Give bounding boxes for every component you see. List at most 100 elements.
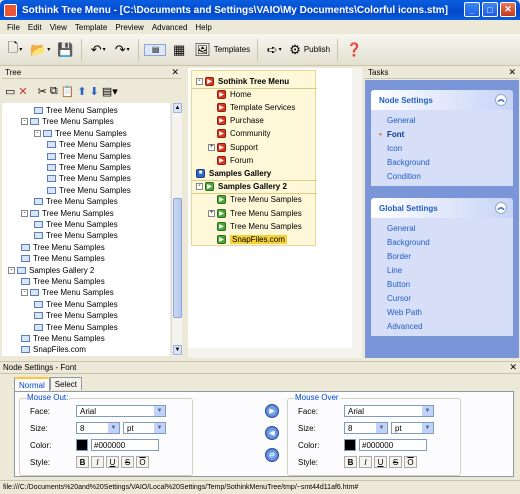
preview-menu-item[interactable]: ▶ Home xyxy=(208,88,251,100)
expand-toggle-icon[interactable]: + xyxy=(208,209,215,217)
underline-button[interactable]: U xyxy=(106,456,119,468)
task-link-button[interactable]: Button xyxy=(371,277,513,291)
insert-menu-icon[interactable]: ▤▾ xyxy=(102,85,118,98)
menu-help[interactable]: Help xyxy=(191,23,215,32)
mouse-out-face-select[interactable]: Arial ▼ xyxy=(76,405,166,417)
task-link-condition[interactable]: Condition xyxy=(371,169,513,183)
new-button[interactable]: 🗋 ▾ xyxy=(4,38,26,62)
save-button[interactable]: 💾 xyxy=(54,38,76,62)
italic-button[interactable]: I xyxy=(91,456,104,468)
mouse-out-unit-select[interactable]: pt ▼ xyxy=(123,422,166,434)
menu-advanced[interactable]: Advanced xyxy=(148,23,192,32)
mouse-out-color-input[interactable]: #000000 xyxy=(91,439,159,451)
task-link-cursor[interactable]: Cursor xyxy=(371,291,513,305)
menu-file[interactable]: File xyxy=(3,23,24,32)
help-button[interactable]: ❓ xyxy=(343,38,365,62)
task-link-general[interactable]: General xyxy=(371,221,513,235)
export-button[interactable]: ➪ ▾ xyxy=(263,38,285,62)
mouse-over-color-input[interactable]: #000000 xyxy=(359,439,427,451)
tree-row[interactable]: - Tree Menu Samples xyxy=(21,116,114,127)
tree-row[interactable]: Tree Menu Samples xyxy=(34,105,118,116)
tree-row[interactable]: Tree Menu Samples xyxy=(21,253,105,264)
design-view-button[interactable]: ▤ xyxy=(144,43,167,56)
tree-row[interactable]: Tree Menu Samples xyxy=(47,173,131,184)
close-tasks-panel-icon[interactable]: ✕ xyxy=(508,67,516,78)
redo-button[interactable]: ↷ ▾ xyxy=(111,38,133,62)
mouse-over-face-select[interactable]: Arial ▼ xyxy=(344,405,434,417)
scroll-thumb[interactable] xyxy=(173,198,182,318)
task-link-general[interactable]: General xyxy=(371,113,513,127)
preview-menu-item[interactable]: ▶ Purchase xyxy=(208,115,264,127)
preview-menu-item[interactable]: ▶ Community xyxy=(208,128,270,140)
mouse-out-size-select[interactable]: 8 ▼ xyxy=(76,422,120,434)
copy-right-icon[interactable]: ▶ xyxy=(265,404,279,418)
preview-menu-item[interactable]: ▶ Template Services xyxy=(208,101,295,113)
mouse-over-unit-select[interactable]: pt ▼ xyxy=(391,422,434,434)
menu-view[interactable]: View xyxy=(46,23,71,32)
preview-menu-item[interactable]: ■ Samples Gallery xyxy=(196,167,271,179)
preview-menu-item[interactable]: - ▶ Sothink Tree Menu xyxy=(196,75,289,87)
copy-icon[interactable]: ⧉ xyxy=(50,85,58,98)
close-node-settings-icon[interactable]: ✕ xyxy=(509,362,517,373)
expand-toggle-icon[interactable]: - xyxy=(21,118,28,126)
overline-button[interactable]: O xyxy=(404,456,417,468)
tab-select[interactable]: Select xyxy=(49,377,83,390)
tree-row[interactable]: Tree Menu Samples xyxy=(34,299,118,310)
add-node-icon[interactable]: ▭ xyxy=(5,85,15,98)
task-link-web-path[interactable]: Web Path xyxy=(371,305,513,319)
strikethrough-button[interactable]: S xyxy=(121,456,134,468)
tree-row[interactable]: Tree Menu Samples xyxy=(47,139,131,150)
scroll-up-icon[interactable]: ▲ xyxy=(173,103,182,113)
task-link-icon[interactable]: Icon xyxy=(371,141,513,155)
overline-button[interactable]: O xyxy=(136,456,149,468)
preview-menu-item[interactable]: - ▶ Samples Gallery 2 xyxy=(196,181,287,193)
mouse-out-color-swatch[interactable] xyxy=(76,439,88,451)
task-link-line[interactable]: Line xyxy=(371,263,513,277)
delete-node-icon[interactable]: ✕ xyxy=(18,85,27,98)
tree-row[interactable]: - Samples Gallery 2 xyxy=(8,265,94,276)
tree-row[interactable]: Tree Menu Samples xyxy=(47,185,131,196)
collapse-icon[interactable]: ︽ xyxy=(495,94,507,106)
tree-row[interactable]: - Tree Menu Samples xyxy=(21,208,114,219)
italic-button[interactable]: I xyxy=(359,456,372,468)
task-link-advanced[interactable]: Advanced xyxy=(371,319,513,333)
move-down-icon[interactable]: ⬇ xyxy=(90,85,99,98)
close-tree-panel-icon[interactable]: ✕ xyxy=(171,67,179,78)
preview-menu-item[interactable]: ▶ Tree Menu Samples xyxy=(208,220,302,232)
menu-edit[interactable]: Edit xyxy=(24,23,46,32)
mouse-over-size-select[interactable]: 8 ▼ xyxy=(344,422,388,434)
tab-normal[interactable]: Normal xyxy=(14,377,50,391)
preview-hscroll[interactable] xyxy=(188,348,352,358)
expand-toggle-icon[interactable]: - xyxy=(196,183,203,191)
scroll-down-icon[interactable]: ▼ xyxy=(173,345,182,355)
preview-menu-item[interactable]: ▶ Forum xyxy=(208,154,253,166)
underline-button[interactable]: U xyxy=(374,456,387,468)
maximize-button[interactable]: □ xyxy=(482,2,498,17)
minimize-button[interactable]: _ xyxy=(464,2,480,17)
tree-row[interactable]: - Tree Menu Samples xyxy=(34,128,127,139)
preview-menu-item[interactable]: + ▶ Support xyxy=(208,141,258,153)
tree-scrollbar[interactable]: ▲ ▼ xyxy=(171,103,182,356)
preview-menu-item[interactable]: ▶ Tree Menu Samples xyxy=(208,194,302,206)
tree-row[interactable]: Tree Menu Samples xyxy=(21,242,105,253)
preview-menu-item[interactable]: ▶ SnapFiles.com xyxy=(208,233,287,245)
tree-row[interactable]: Tree Menu Samples xyxy=(21,333,105,344)
tree-menu-preview[interactable]: - ▶ Sothink Tree Menu ▶ Home ▶ Template Servic… xyxy=(191,70,317,246)
expand-toggle-icon[interactable]: - xyxy=(21,289,28,297)
tree-row[interactable]: Tree Menu Samples xyxy=(21,276,105,287)
preview-view-button[interactable]: ▦ xyxy=(168,38,190,62)
tree-row[interactable]: SnapFiles.com xyxy=(21,344,86,355)
tree-row[interactable]: Tree Menu Samples xyxy=(47,162,131,173)
menu-template[interactable]: Template xyxy=(71,23,111,32)
tree-row[interactable]: - Tree Menu Samples xyxy=(21,287,114,298)
strikethrough-button[interactable]: S xyxy=(389,456,402,468)
mouse-over-color-swatch[interactable] xyxy=(344,439,356,451)
expand-toggle-icon[interactable]: - xyxy=(8,266,15,274)
close-window-button[interactable]: ✕ xyxy=(500,2,516,17)
global-settings-header[interactable]: Global Settings ︽ xyxy=(371,198,513,218)
tree-view[interactable]: Tree Menu Samples - Tree Menu Samples - Tree… xyxy=(2,103,170,356)
templates-button[interactable]: 🖼 Templates xyxy=(192,38,252,62)
undo-button[interactable]: ↶ ▾ xyxy=(87,38,109,62)
task-link-font[interactable]: Font xyxy=(371,127,513,141)
menu-preview[interactable]: Preview xyxy=(111,23,147,32)
